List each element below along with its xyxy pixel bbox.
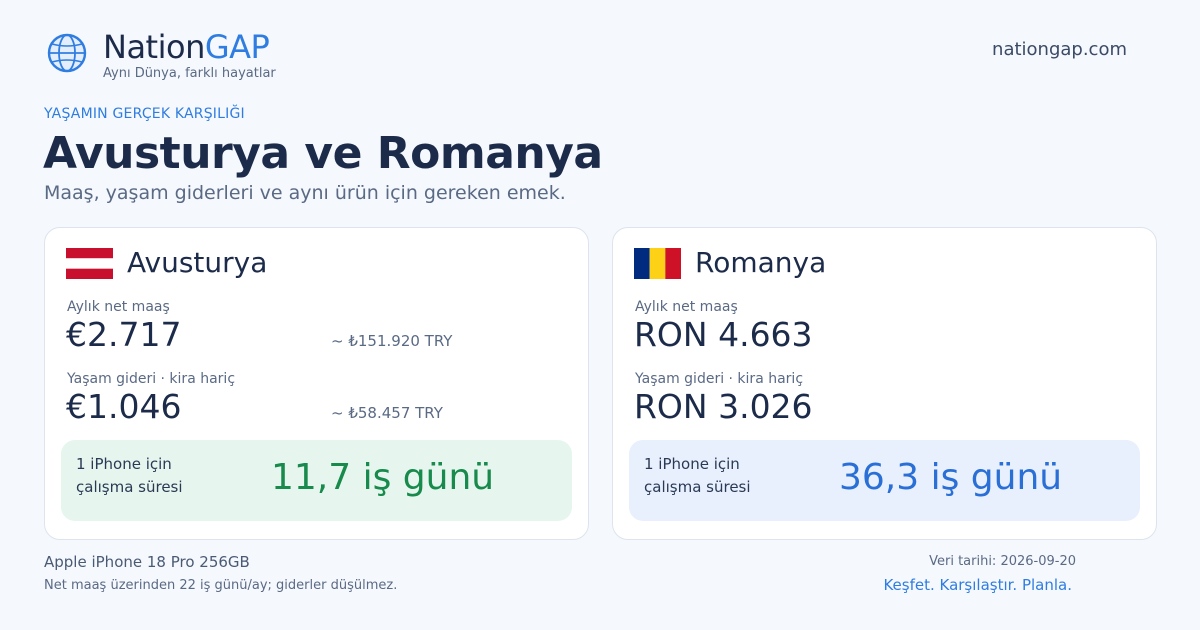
cost-value: €1.046 xyxy=(66,387,182,426)
globe-icon xyxy=(47,33,87,73)
page-subtitle: Maaş, yaşam giderleri ve aynı ürün için … xyxy=(44,182,566,204)
cost-value: RON 3.026 xyxy=(634,387,813,426)
cost-try-value: ~ ₺58.457 TRY xyxy=(331,404,443,422)
iphone-workdays-label: 1 iPhone için çalışma süresi xyxy=(76,455,183,496)
iphone-workdays-box: 1 iPhone için çalışma süresi 11,7 iş gün… xyxy=(61,440,572,521)
site-link[interactable]: nationgap.com xyxy=(992,39,1127,60)
iphone-workdays-value: 11,7 iş günü xyxy=(271,457,495,498)
data-date: Veri tarihi: 2026-09-20 xyxy=(929,554,1076,569)
country-card-austria: Avusturya Aylık net maaş €2.717 ~ ₺151.9… xyxy=(44,227,589,540)
country-name: Avusturya xyxy=(127,246,268,279)
salary-value: €2.717 xyxy=(66,315,182,354)
eyebrow-label: YAŞAMIN GERÇEK KARŞILIĞI xyxy=(44,106,245,122)
product-name: Apple iPhone 18 Pro 256GB xyxy=(44,553,250,571)
methodology-note: Net maaş üzerinden 22 iş günü/ay; giderl… xyxy=(44,578,398,593)
tagline: Aynı Dünya, farklı hayatlar xyxy=(103,66,276,81)
cost-label: Yaşam gideri · kira hariç xyxy=(67,371,236,387)
salary-label: Aylık net maaş xyxy=(67,299,170,315)
austria-flag-icon xyxy=(66,248,113,279)
brand-name-part2: GAP xyxy=(204,28,270,66)
iphone-workdays-box: 1 iPhone için çalışma süresi 36,3 iş gün… xyxy=(629,440,1140,521)
slogan-link[interactable]: Keşfet. Karşılaştır. Planla. xyxy=(883,576,1072,594)
salary-value: RON 4.663 xyxy=(634,315,813,354)
brand-name[interactable]: NationGAP xyxy=(103,27,270,67)
page-title: Avusturya ve Romanya xyxy=(43,128,603,179)
iphone-workdays-value: 36,3 iş günü xyxy=(839,457,1063,498)
iphone-workdays-label: 1 iPhone için çalışma süresi xyxy=(644,455,751,496)
romania-flag-icon xyxy=(634,248,681,279)
salary-try-value: ~ ₺151.920 TRY xyxy=(331,332,453,350)
country-card-romania: Romanya Aylık net maaş RON 4.663 Yaşam g… xyxy=(612,227,1157,540)
brand-name-part1: Nation xyxy=(103,28,205,66)
cost-label: Yaşam gideri · kira hariç xyxy=(635,371,804,387)
country-name: Romanya xyxy=(695,246,827,279)
salary-label: Aylık net maaş xyxy=(635,299,738,315)
